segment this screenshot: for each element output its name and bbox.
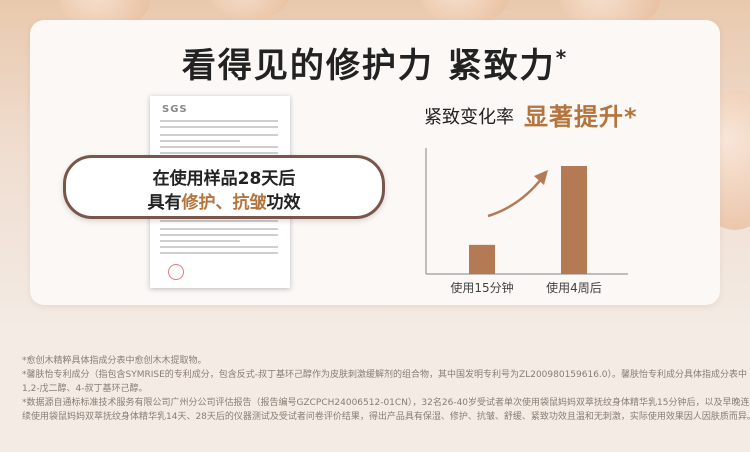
footnote: 续使用袋鼠妈妈双萃抚纹身体精华乳14天、28天后的仪器测试及受试者问卷评价结果，… bbox=[22, 412, 750, 422]
firmness-chart: 使用15分钟 使用4周后 bbox=[425, 148, 628, 295]
report-text-line bbox=[160, 234, 278, 236]
trend-arrow bbox=[487, 177, 543, 218]
decor-blob bbox=[210, 0, 290, 20]
callout-line-1: 在使用样品28天后 bbox=[152, 169, 296, 189]
footnote: 1,2-戊二醇、4-叔丁基环己醇。 bbox=[22, 384, 148, 394]
footnote: *愈创木精粹具体指成分表中愈创木木提取物。 bbox=[22, 356, 207, 366]
headline-mark: * bbox=[555, 45, 569, 70]
chart-emphasis: 显著提升* bbox=[524, 103, 638, 131]
report-text-line bbox=[160, 146, 278, 148]
report-text-line bbox=[160, 246, 278, 248]
report-text-line bbox=[160, 134, 278, 136]
callout-line-2: 具有修护、抗皱功效 bbox=[147, 193, 301, 213]
stamp-icon bbox=[168, 264, 184, 280]
footnote: *数据源自通标标准技术服务有限公司广州分公司评估报告（报告编号GZCPCH240… bbox=[22, 398, 750, 408]
report-text-line bbox=[160, 252, 278, 254]
efficacy-callout: 在使用样品28天后 具有修护、抗皱功效 bbox=[63, 155, 385, 219]
report-text-line bbox=[160, 220, 278, 222]
headline: 看得见的修护力 紧致力* bbox=[0, 38, 750, 87]
accent-repair: 修护 bbox=[181, 193, 216, 213]
category-label: 使用4周后 bbox=[546, 280, 602, 295]
sgs-logo: SGS bbox=[162, 104, 188, 115]
bar-1 bbox=[469, 244, 495, 274]
report-text-line bbox=[160, 152, 278, 154]
report-text-line bbox=[160, 120, 278, 122]
report-text-line bbox=[160, 140, 240, 142]
category-label: 使用15分钟 bbox=[450, 280, 513, 295]
bar-2 bbox=[561, 166, 587, 274]
accent-antiwrinkle: 抗皱 bbox=[232, 193, 267, 213]
report-text-line bbox=[160, 228, 278, 230]
report-text-line bbox=[160, 240, 240, 242]
headline-text: 看得见的修护力 紧致力 bbox=[181, 46, 556, 86]
chart-title: 紧致变化率 bbox=[424, 107, 514, 128]
trend-arrow-head bbox=[534, 170, 548, 185]
report-text-line bbox=[160, 126, 278, 128]
footnote: *馨肤怡专利成分（指包含SYMRISE的专利成分，包含反式-叔丁基环己醇作为皮肤… bbox=[22, 370, 748, 380]
